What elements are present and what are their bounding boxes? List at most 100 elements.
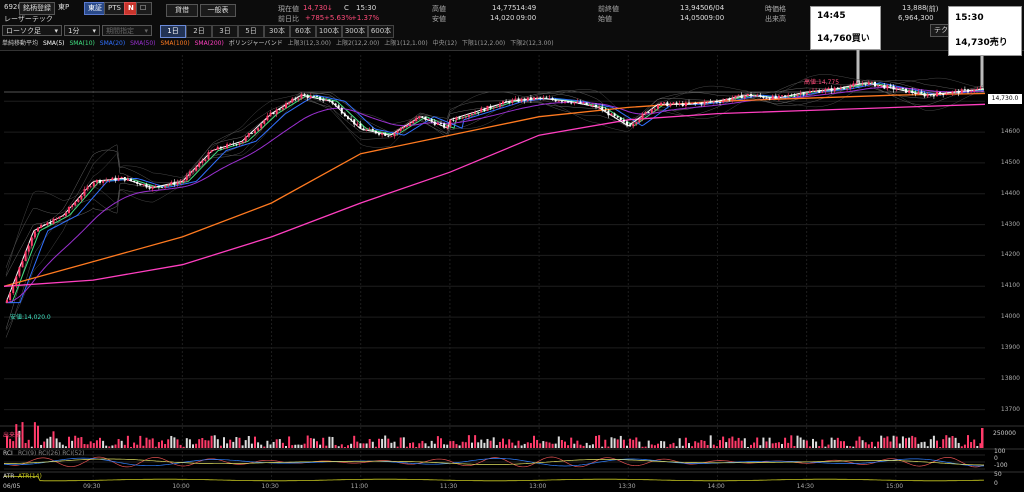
candle-body bbox=[827, 88, 830, 90]
volume-bar bbox=[123, 444, 126, 448]
tf-600[interactable]: 600本 bbox=[368, 25, 394, 38]
candle-body bbox=[64, 212, 67, 216]
candle-body bbox=[929, 94, 932, 96]
candle-body bbox=[145, 184, 148, 188]
current-flag: C bbox=[344, 4, 349, 12]
candle-body bbox=[805, 93, 808, 95]
range-select[interactable]: 期間指定 ▾ bbox=[102, 25, 152, 36]
price-chart[interactable] bbox=[0, 50, 1024, 492]
candle-body bbox=[864, 83, 867, 85]
tf-3d[interactable]: 3日 bbox=[212, 25, 238, 38]
volume-bar bbox=[728, 438, 731, 448]
candle-body bbox=[774, 95, 777, 99]
candle-body bbox=[188, 171, 191, 176]
candle-body bbox=[663, 102, 666, 104]
candle-body bbox=[471, 113, 473, 115]
volume-bar bbox=[960, 446, 963, 448]
volume-bar bbox=[715, 446, 718, 448]
after-label: 時価格 bbox=[765, 5, 786, 13]
interval-select[interactable]: 1分 ▾ bbox=[64, 25, 100, 36]
volume-bar bbox=[805, 440, 808, 448]
volume-bar bbox=[585, 442, 588, 448]
tf-2d[interactable]: 2日 bbox=[186, 25, 212, 38]
candle-body bbox=[74, 202, 77, 206]
candle-body bbox=[523, 98, 526, 101]
volume-bar bbox=[241, 445, 244, 448]
volume-bar bbox=[712, 444, 715, 448]
volume-bar bbox=[182, 446, 185, 448]
candle-body bbox=[443, 123, 446, 128]
volume-bar bbox=[914, 437, 917, 448]
venue-pts-button[interactable]: PTS bbox=[104, 2, 125, 15]
y-tick-label: 14300 bbox=[1000, 220, 1020, 228]
chart-type-select[interactable]: ローソク足 ▾ bbox=[2, 25, 62, 36]
sma100-line bbox=[3, 92, 986, 287]
volume-bar bbox=[378, 438, 380, 448]
volume-bar bbox=[849, 446, 852, 448]
volume-bar bbox=[880, 435, 883, 448]
taishaku-button[interactable]: 貸借 bbox=[166, 4, 198, 17]
volume-bar bbox=[412, 442, 415, 448]
tf-60[interactable]: 60本 bbox=[290, 25, 316, 38]
candle-body bbox=[111, 177, 114, 180]
tf-100[interactable]: 100本 bbox=[316, 25, 342, 38]
venue-tse-button[interactable]: 東証 bbox=[84, 2, 106, 15]
low-label: 安値 bbox=[432, 15, 446, 23]
after-unit: (前) bbox=[926, 5, 939, 13]
candle-body bbox=[839, 88, 842, 90]
ippan-button[interactable]: 一般表 bbox=[200, 4, 236, 17]
candle-body bbox=[381, 133, 384, 135]
candle-body bbox=[672, 102, 675, 104]
legend-sma200: SMA(200) bbox=[194, 40, 224, 47]
volume-bar bbox=[709, 435, 712, 448]
volume-bar bbox=[269, 444, 272, 448]
candle-body bbox=[421, 116, 424, 118]
volume-bar bbox=[945, 435, 948, 448]
volume-bar bbox=[99, 437, 101, 448]
volume-bar bbox=[24, 442, 27, 448]
volume-bar bbox=[421, 440, 424, 448]
candle-body bbox=[591, 104, 594, 106]
volume-bar bbox=[833, 439, 836, 448]
candle-body bbox=[378, 133, 380, 135]
candle-body bbox=[846, 88, 849, 90]
volume-bar bbox=[340, 444, 343, 448]
candle-body bbox=[219, 146, 222, 149]
volume-bar bbox=[929, 439, 932, 448]
x-tick-label: 10:30 bbox=[261, 483, 279, 490]
tf-5d[interactable]: 5日 bbox=[238, 25, 264, 38]
candle-body bbox=[6, 300, 8, 303]
candle-body bbox=[914, 92, 917, 94]
extra-icon[interactable]: ☐ bbox=[136, 2, 152, 15]
candle-body bbox=[728, 98, 731, 101]
volume-bar bbox=[802, 439, 805, 448]
volume-bar bbox=[551, 443, 554, 448]
candle-body bbox=[24, 251, 27, 262]
candle-body bbox=[99, 180, 101, 183]
candle-body bbox=[588, 105, 591, 106]
candle-body bbox=[610, 113, 613, 116]
tf-30[interactable]: 30本 bbox=[264, 25, 290, 38]
volume-bar bbox=[356, 441, 359, 448]
volume-label: 出来高 bbox=[765, 15, 786, 23]
candle-body bbox=[573, 102, 576, 104]
candle-body bbox=[347, 116, 349, 119]
candle-body bbox=[170, 181, 173, 185]
volume-bar bbox=[120, 440, 123, 448]
candle-body bbox=[294, 98, 297, 100]
candle-body bbox=[660, 102, 663, 105]
legend-bb2u: 上限2(12,2.00) bbox=[335, 40, 380, 47]
tf-1d[interactable]: 1日 bbox=[160, 25, 186, 38]
legend-sma10: SMA(10) bbox=[69, 40, 95, 47]
candle-body bbox=[207, 152, 210, 160]
candle-body bbox=[86, 186, 89, 190]
market-label: 東P bbox=[58, 3, 70, 11]
volume-bar bbox=[514, 445, 517, 448]
candle-body bbox=[886, 85, 889, 89]
volume-value: 6,964,300 bbox=[898, 14, 934, 22]
volume-bar bbox=[430, 440, 433, 448]
candle-body bbox=[446, 126, 449, 128]
tf-300[interactable]: 300本 bbox=[342, 25, 368, 38]
candle-body bbox=[316, 96, 318, 97]
volume-bar bbox=[607, 446, 610, 448]
